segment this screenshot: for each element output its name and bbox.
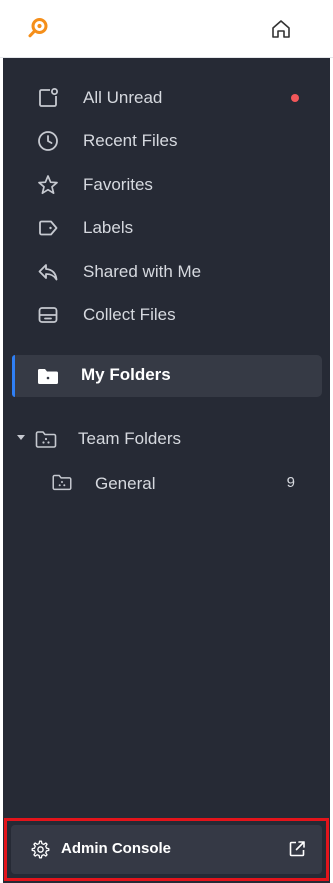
unread-icon bbox=[35, 85, 61, 111]
unread-dot bbox=[291, 94, 299, 102]
sidebar-item-my-folders[interactable]: My Folders bbox=[12, 355, 322, 397]
inbox-icon bbox=[35, 302, 61, 328]
sidebar-item-label: All Unread bbox=[83, 88, 163, 107]
sidebar-item-collect-files[interactable]: Collect Files bbox=[23, 298, 313, 332]
sidebar-item-label: General bbox=[95, 474, 156, 493]
sidebar-item-label: Collect Files bbox=[83, 305, 176, 324]
star-icon bbox=[35, 172, 61, 198]
sidebar-item-label: Favorites bbox=[83, 175, 153, 194]
sidebar-item-all-unread[interactable]: All Unread bbox=[23, 81, 313, 115]
home-icon[interactable] bbox=[268, 16, 294, 42]
sidebar-item-label: Labels bbox=[83, 218, 134, 237]
sidebar-item-shared-with-me[interactable]: Shared with Me bbox=[23, 255, 313, 289]
admin-console-label: Admin Console bbox=[61, 840, 172, 857]
clock-icon bbox=[35, 128, 61, 154]
sidebar-item-label: Shared with Me bbox=[83, 262, 202, 281]
sidebar-item-label: Team Folders bbox=[78, 429, 181, 448]
sidebar-item-general[interactable]: General 9 bbox=[48, 466, 313, 500]
chevron-down-icon[interactable] bbox=[17, 435, 25, 440]
sidebar-item-label: Recent Files bbox=[83, 131, 178, 150]
admin-console-highlight: Admin Console bbox=[4, 818, 329, 881]
sidebar-item-team-folders[interactable]: Team Folders bbox=[13, 422, 313, 456]
external-link-icon[interactable] bbox=[287, 839, 307, 859]
sidebar-item-recent-files[interactable]: Recent Files bbox=[23, 124, 313, 158]
sidebar-item-labels[interactable]: Labels bbox=[23, 211, 313, 245]
search-logo-icon[interactable] bbox=[26, 16, 50, 40]
selected-indicator bbox=[12, 355, 15, 397]
admin-console-button[interactable]: Admin Console bbox=[11, 825, 322, 874]
item-count-badge: 9 bbox=[286, 474, 295, 491]
team-folder-icon bbox=[33, 426, 59, 452]
folder-icon bbox=[35, 363, 61, 389]
sidebar: All Unread Recent Files Favorites Labels bbox=[3, 58, 330, 883]
gear-icon bbox=[30, 839, 51, 860]
team-folder-icon bbox=[50, 470, 74, 494]
sidebar-item-label: My Folders bbox=[81, 365, 171, 384]
sidebar-item-favorites[interactable]: Favorites bbox=[23, 168, 313, 202]
header bbox=[0, 0, 333, 58]
tag-icon bbox=[35, 215, 61, 241]
shared-icon bbox=[35, 259, 61, 285]
